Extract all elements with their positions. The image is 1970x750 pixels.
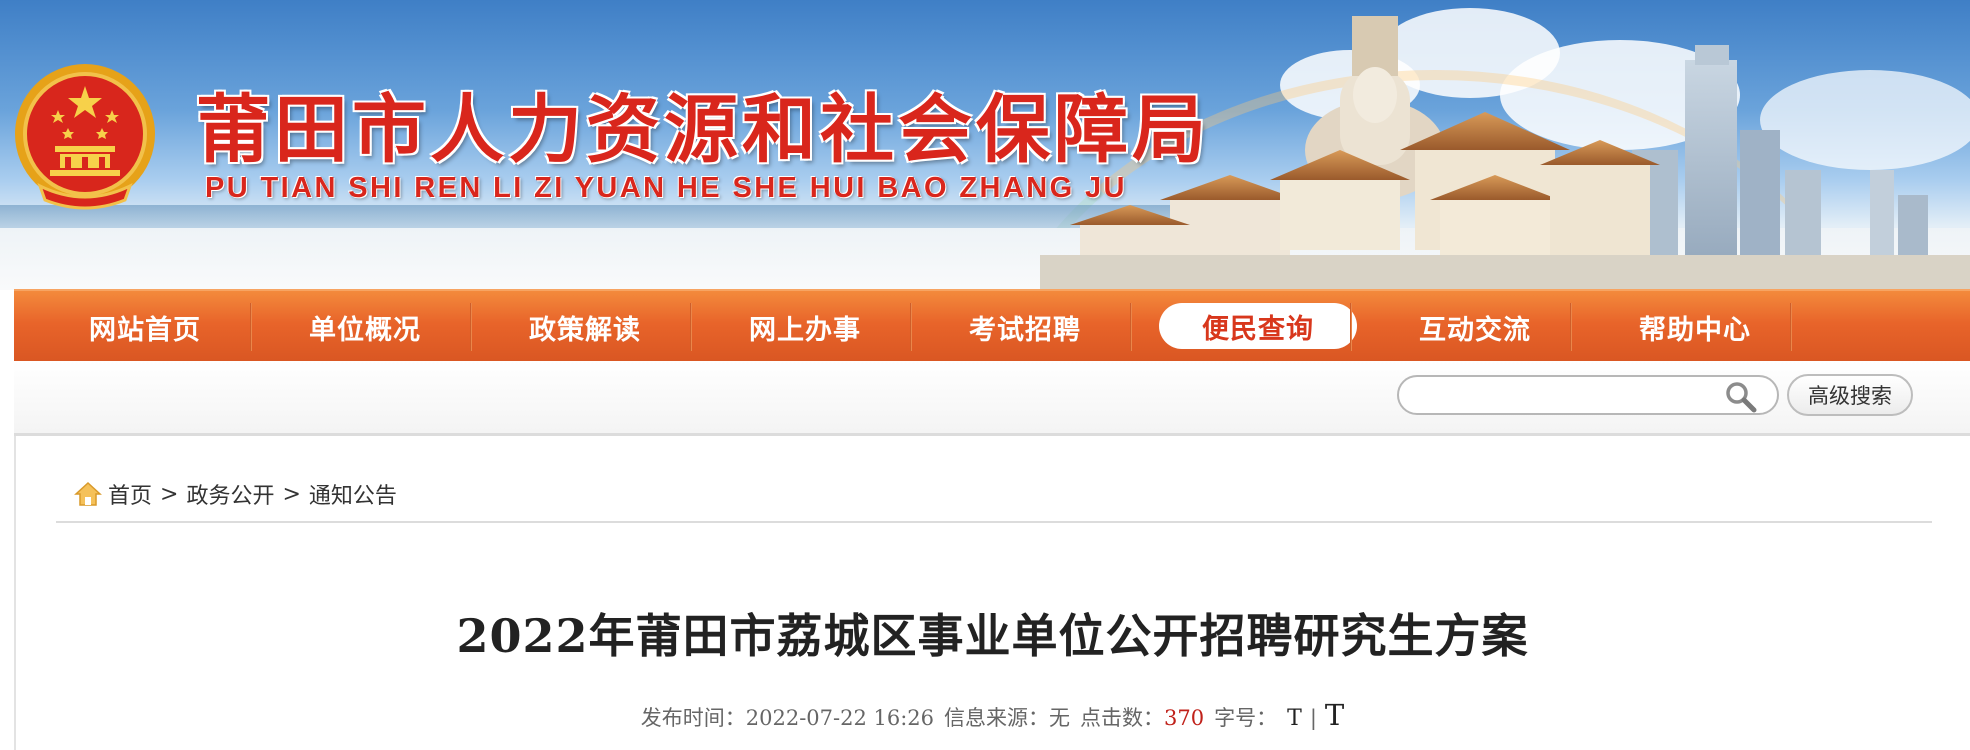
- city-skyline-illustration: [1040, 16, 1970, 290]
- article-title: 2022年莆田市荔城区事业单位公开招聘研究生方案: [456, 609, 1529, 663]
- home-icon: [74, 481, 102, 506]
- font-size-separator: |: [1309, 706, 1317, 730]
- breadcrumb-home-link[interactable]: 首页: [108, 478, 152, 510]
- national-emblem-icon: [15, 64, 155, 210]
- nav-separator: [690, 303, 692, 351]
- search-input[interactable]: [1413, 381, 1717, 411]
- font-size-small-button[interactable]: T: [1287, 706, 1302, 731]
- article-meta: 发布时间： 2022-07-22 16:26 信息来源： 无 点击数： 370 …: [0, 698, 1970, 732]
- breadcrumb-divider: [56, 521, 1932, 523]
- main-nav: 网站首页 单位概况 政策解读 网上办事 考试招聘 便民查询 互动交流 帮助中心: [14, 289, 1970, 363]
- source-label: 信息来源：: [944, 706, 1050, 730]
- breadcrumb-separator: >: [160, 481, 179, 507]
- clicks-count: 370: [1164, 706, 1205, 730]
- source-value: 无: [1049, 706, 1071, 730]
- publish-time: 2022-07-22 16:26: [745, 706, 935, 730]
- nav-separator: [1790, 303, 1792, 351]
- nav-item-exam-recruit[interactable]: 考试招聘: [916, 291, 1134, 363]
- site-banner: 莆田市人力资源和社会保障局 PU TIAN SHI REN LI ZI YUAN…: [0, 0, 1970, 290]
- nav-item-public-query[interactable]: 便民查询: [1159, 303, 1357, 349]
- nav-item-policy[interactable]: 政策解读: [476, 291, 694, 363]
- nav-separator: [1570, 303, 1572, 351]
- nav-item-home[interactable]: 网站首页: [36, 291, 254, 363]
- nav-separator: [910, 303, 912, 351]
- nav-item-overview[interactable]: 单位概况: [256, 291, 474, 363]
- site-subtitle: PU TIAN SHI REN LI ZI YUAN HE SHE HUI BA…: [205, 172, 1127, 204]
- nav-item-online-service[interactable]: 网上办事: [696, 291, 914, 363]
- font-size-large-button[interactable]: T: [1325, 698, 1344, 732]
- nav-item-interaction[interactable]: 互动交流: [1366, 291, 1584, 363]
- nav-item-help[interactable]: 帮助中心: [1586, 291, 1804, 363]
- nav-separator: [1130, 303, 1132, 351]
- clicks-label: 点击数：: [1080, 706, 1165, 730]
- breadcrumb: 首页 > 政务公开 > 通知公告: [74, 474, 397, 514]
- publish-time-label: 发布时间：: [640, 706, 746, 730]
- breadcrumb-gov-affairs-link[interactable]: 政务公开: [186, 478, 274, 510]
- breadcrumb-notices-link[interactable]: 通知公告: [309, 478, 397, 510]
- breadcrumb-separator: >: [282, 481, 301, 507]
- nav-separator: [1350, 303, 1352, 351]
- nav-separator: [250, 303, 252, 351]
- search-icon[interactable]: [1724, 380, 1758, 414]
- advanced-search-button[interactable]: 高级搜索: [1787, 374, 1913, 416]
- search-input-wrapper: [1397, 375, 1779, 415]
- font-size-label: 字号：: [1214, 706, 1278, 730]
- nav-separator: [470, 303, 472, 351]
